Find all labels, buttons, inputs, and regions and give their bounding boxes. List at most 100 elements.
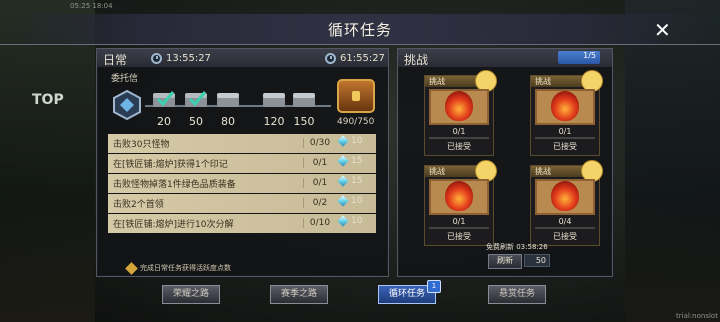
reward-value: 15 [351,156,363,166]
flame-emblem-icon [551,91,579,121]
hud-time: 05:25 18:04 [70,2,113,10]
daily-timer: 13:55:27 [151,52,211,65]
challenge-card[interactable]: 挑战 0/1 已接受 [530,70,603,156]
refresh-cost-value: 50 [535,256,546,265]
challenge-card[interactable]: 挑战 0/4 已接受 [530,160,603,246]
daily-tip: 完成日常任务获得活跃度点数 [125,261,231,275]
card-status: 已接受 [553,232,577,241]
task-row[interactable]: 在[铁匠铺:熔炉]获得1个印记 0/1 15 [108,154,376,173]
task-progress: 0/1 [303,158,336,169]
task-row[interactable]: 在[铁匠铺:熔炉]进行10次分解 0/10 10 [108,214,376,233]
title-bar: 循环任务 [0,14,720,45]
flame-emblem-icon [445,91,473,121]
clock-icon [325,53,336,64]
card-label: 挑战 [429,167,445,176]
flame-emblem-icon [551,181,579,211]
card-progress: 0/4 [558,217,572,226]
challenge-card[interactable]: 挑战 0/1 已接受 [424,160,497,246]
tip-text: 完成日常任务获得活跃度点数 [140,264,231,272]
gem-icon [337,175,349,187]
card-progress: 0/1 [558,127,572,136]
daily-title: 日常 [103,53,128,67]
card-art [535,89,595,125]
task-row[interactable]: 击败30只怪物 0/30 10 [108,134,376,153]
tab-bounty-tasks[interactable]: 悬赏任务 [488,285,546,304]
card-status: 已接受 [447,232,471,241]
task-reward: 10 [337,195,363,207]
chest-icon[interactable] [291,89,317,109]
info-icon [125,261,138,275]
task-row[interactable]: 击败2个首领 0/2 10 [108,194,376,213]
reward-value: 10 [351,136,363,146]
task-name: 击败30只怪物 [113,139,170,150]
tab-badge: 1 [427,280,441,293]
milestone-value: 20 [157,115,171,128]
daily-header: 日常 13:55:27 61:55:27 [97,49,388,67]
task-reward: 10 [337,215,363,227]
card-progress-bar [535,137,595,139]
card-progress: 0/1 [452,217,466,226]
chest-icon[interactable] [215,89,241,109]
card-art [429,89,489,125]
chest-icon-claimed[interactable] [183,89,209,109]
card-status: 已接受 [447,142,471,151]
tab-label: 循环任务 [388,289,425,299]
daily-panel: 日常 13:55:27 61:55:27 委托信 20 50 80 120 15… [96,48,389,277]
task-progress: 0/30 [303,138,336,149]
task-name: 击败2个首领 [113,199,164,210]
daily-timer-text: 13:55:27 [166,53,211,64]
challenge-count: 1/5 [583,51,596,60]
seal-icon [113,89,141,121]
task-row[interactable]: 击败怪物掉落1件绿色品质装备 0/1 15 [108,174,376,193]
task-name: 在[铁匠铺:熔炉]进行10次分解 [113,219,234,230]
tab-season-road[interactable]: 赛季之路 [270,285,328,304]
milestone-value: 120 [263,115,285,128]
challenge-card[interactable]: 挑战 0/1 已接受 [424,70,497,156]
big-chest-icon[interactable] [337,79,375,113]
close-icon[interactable]: ✕ [654,18,671,42]
task-progress: 0/10 [303,218,336,229]
card-label: 挑战 [535,77,551,86]
tab-glory-road[interactable]: 荣耀之路 [162,285,220,304]
milestone-value: 50 [189,115,203,128]
gem-icon [337,135,349,147]
flame-emblem-icon [445,181,473,211]
card-progress: 0/1 [452,127,466,136]
card-status: 已接受 [553,142,577,151]
weekly-timer: 61:55:27 [325,52,385,65]
task-progress: 0/1 [303,178,336,189]
reward-value: 10 [351,216,363,226]
card-art [429,179,489,215]
clock-icon [151,53,162,64]
task-reward: 15 [337,155,363,167]
card-label: 挑战 [429,77,445,86]
hud-logo: TOP [32,92,64,108]
chest-icon[interactable] [261,89,287,109]
milestone-value: 150 [293,115,315,128]
seal-label: 委托信 [111,74,139,84]
reward-value: 10 [351,196,363,206]
card-progress-bar [429,227,489,229]
weekly-timer-text: 61:55:27 [340,53,385,64]
window-title: 循环任务 [327,21,392,39]
task-list: 击败30只怪物 0/30 10 在[铁匠铺:熔炉]获得1个印记 0/1 15 击… [108,134,376,234]
refresh-button[interactable]: 刷新 [488,254,522,269]
hud-version: trial:nonslot [676,312,718,320]
card-label: 挑战 [535,167,551,176]
refresh-cost: 50 [524,254,550,267]
challenge-panel: 挑战 1/5 挑战 0/1 已接受 挑战 0/1 已接受 挑战 0/1 已接受 … [397,48,613,277]
tab-cycle-tasks[interactable]: 循环任务 1 [378,280,441,304]
reward-value: 15 [351,176,363,186]
challenge-count-badge: 1/5 [558,51,600,64]
chest-icon-claimed[interactable] [151,89,177,109]
gem-icon [337,155,349,167]
gem-icon [337,195,349,207]
card-progress-bar [429,137,489,139]
big-chest-progress: 490/750 [337,117,375,127]
card-progress-bar [535,227,595,229]
tab-label: 悬赏任务 [498,289,535,299]
tab-label: 荣耀之路 [172,289,209,299]
task-reward: 15 [337,175,363,187]
bottom-tab-bar: 荣耀之路 赛季之路 循环任务 1 悬赏任务 [0,280,720,306]
task-name: 在[铁匠铺:熔炉]获得1个印记 [113,159,228,170]
